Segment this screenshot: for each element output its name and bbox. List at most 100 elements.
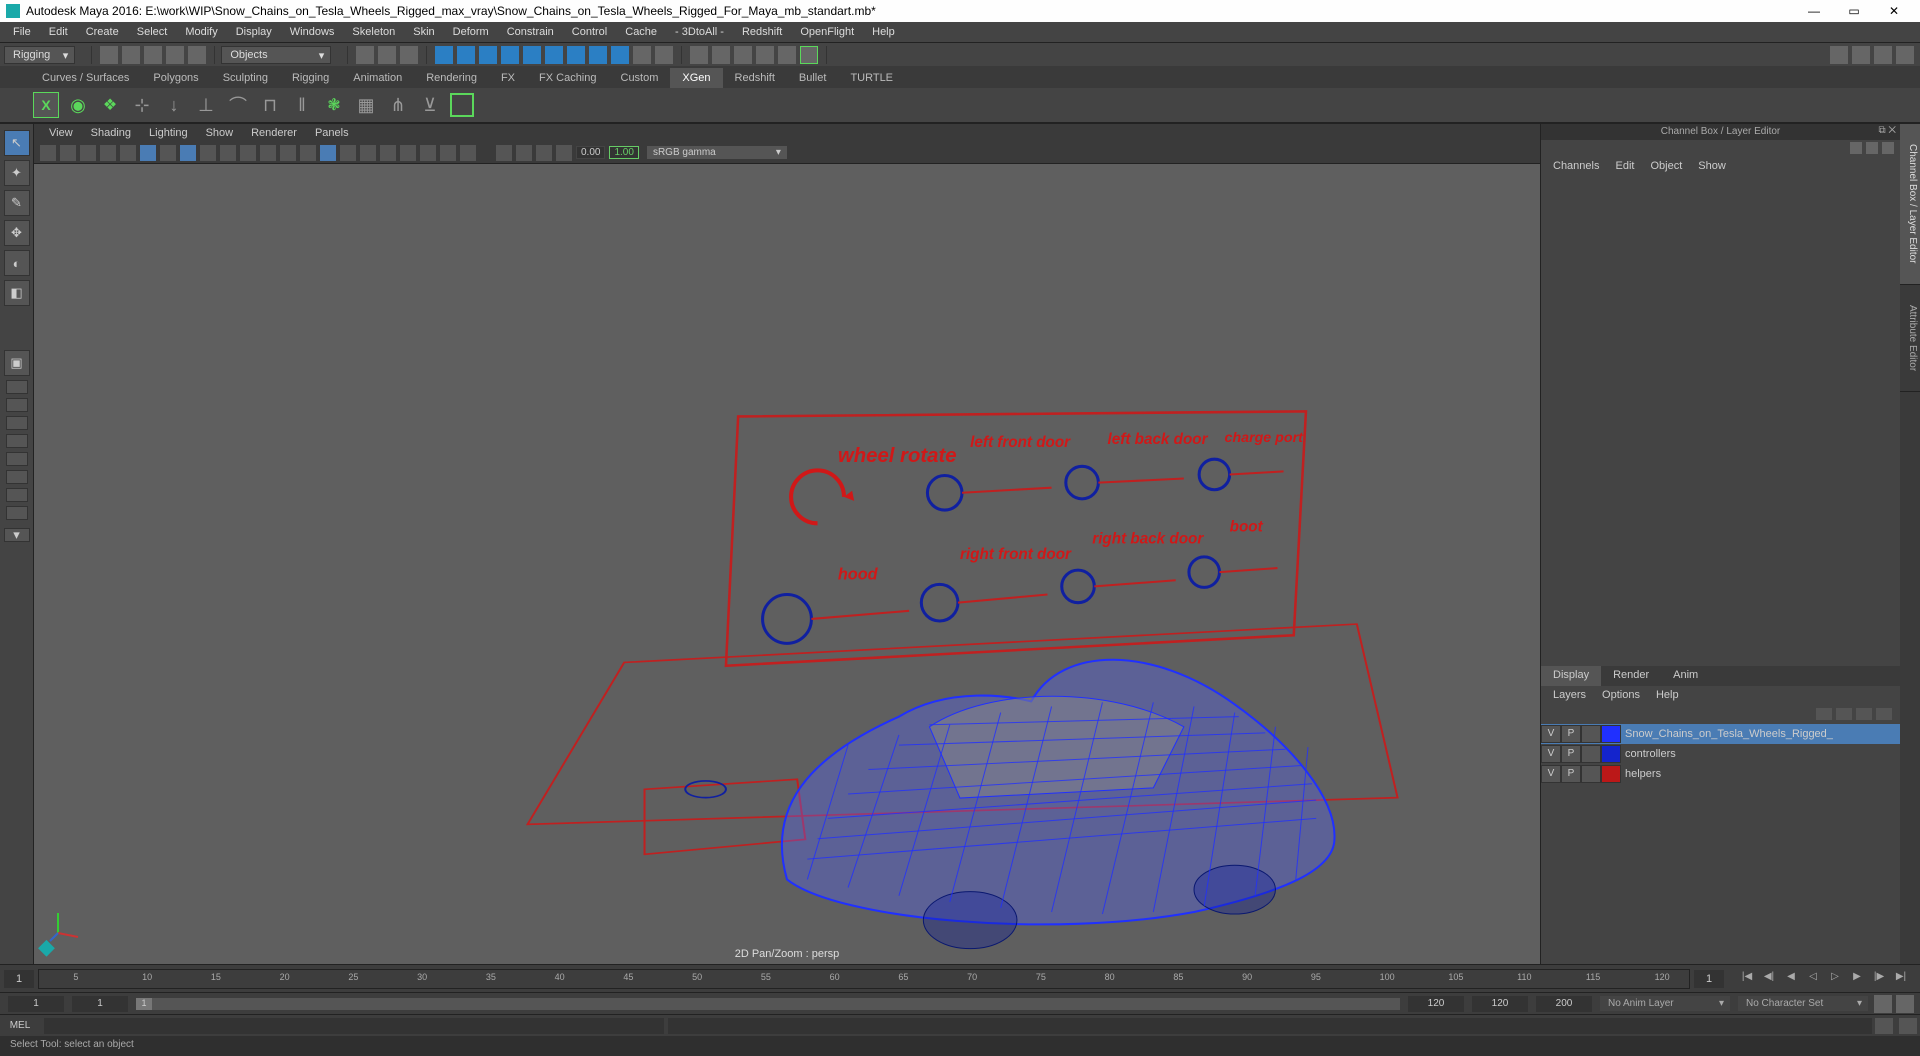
character-set-dropdown[interactable]: No Character Set — [1738, 996, 1868, 1011]
menu-3dtoall[interactable]: - 3DtoAll - — [666, 26, 733, 38]
xgen-create-icon[interactable]: X — [33, 92, 59, 118]
time-ruler[interactable]: 5101520253035404550556065707580859095100… — [38, 969, 1690, 989]
vp-icon[interactable] — [360, 145, 376, 161]
vp-menu-lighting[interactable]: Lighting — [140, 127, 197, 139]
menu-skeleton[interactable]: Skeleton — [343, 26, 404, 38]
render-icon-1[interactable] — [690, 46, 708, 64]
step-fwd-button[interactable]: ▶ — [1847, 971, 1867, 987]
vp-icon[interactable] — [400, 145, 416, 161]
layout-2h[interactable] — [6, 380, 28, 394]
snap-icon-3[interactable] — [479, 46, 497, 64]
sel-icon-1[interactable] — [356, 46, 374, 64]
vp-icon[interactable] — [240, 145, 256, 161]
dock-tab-channel-box[interactable]: Channel Box / Layer Editor — [1900, 124, 1920, 285]
snap-icon-6[interactable] — [545, 46, 563, 64]
layer-vis-toggle[interactable]: V — [1541, 745, 1561, 763]
vp-icon[interactable] — [300, 145, 316, 161]
menu-create[interactable]: Create — [77, 26, 128, 38]
vp-icon[interactable] — [556, 145, 572, 161]
shelf-tab-custom[interactable]: Custom — [609, 68, 671, 88]
render-icon-5[interactable] — [778, 46, 796, 64]
layer-color-swatch[interactable] — [1601, 725, 1621, 743]
xgen-preview-icon[interactable]: ◉ — [65, 92, 91, 118]
menu-modify[interactable]: Modify — [176, 26, 226, 38]
menu-control[interactable]: Control — [563, 26, 616, 38]
snap-icon-9[interactable] — [611, 46, 629, 64]
menu-redshift[interactable]: Redshift — [733, 26, 791, 38]
layout-6[interactable] — [6, 470, 28, 484]
open-scene-icon[interactable] — [122, 46, 140, 64]
select-tool[interactable]: ↖ — [4, 130, 30, 156]
layer-btn-4[interactable] — [1876, 708, 1892, 720]
layer-name[interactable]: controllers — [1621, 748, 1900, 760]
vp-icon[interactable] — [80, 145, 96, 161]
render-icon-3[interactable] — [734, 46, 752, 64]
lasso-tool[interactable]: ✦ — [4, 160, 30, 186]
layer-vis-toggle[interactable]: V — [1541, 725, 1561, 743]
layout-3[interactable] — [6, 416, 28, 430]
step-fwd-key-button[interactable]: |▶ — [1869, 971, 1889, 987]
range-end-c[interactable]: 120 — [1408, 996, 1464, 1012]
panel-undock-icon[interactable]: ⧉ ✕ — [1878, 125, 1896, 136]
layer-type-toggle[interactable] — [1581, 765, 1601, 783]
snap-icon-2[interactable] — [457, 46, 475, 64]
dock-tab-attribute-editor[interactable]: Attribute Editor — [1900, 285, 1920, 392]
range-bar[interactable]: 1 — [136, 998, 1400, 1010]
save-scene-icon[interactable] — [144, 46, 162, 64]
layer-row[interactable]: V P Snow_Chains_on_Tesla_Wheels_Rigged_ — [1541, 724, 1900, 744]
autokey-icon[interactable] — [1874, 995, 1892, 1013]
layer-type-toggle[interactable] — [1581, 725, 1601, 743]
shelf-tab-animation[interactable]: Animation — [341, 68, 414, 88]
step-back-button[interactable]: ◀ — [1781, 971, 1801, 987]
layout-single[interactable]: ▣ — [4, 350, 30, 376]
panel-icon-4[interactable] — [1896, 46, 1914, 64]
cb-icon[interactable] — [1882, 142, 1894, 154]
layer-btn-1[interactable] — [1816, 708, 1832, 720]
vp-icon[interactable] — [40, 145, 56, 161]
menu-cache[interactable]: Cache — [616, 26, 666, 38]
cmd-lang-toggle[interactable]: MEL — [0, 1020, 40, 1031]
vp-icon[interactable] — [280, 145, 296, 161]
shelf-tab-xgen[interactable]: XGen — [670, 68, 722, 88]
range-end-d[interactable]: 120 — [1472, 996, 1528, 1012]
xgen-tool-2-icon[interactable]: ⊥ — [193, 92, 219, 118]
shelf-tab-rendering[interactable]: Rendering — [414, 68, 489, 88]
layers-menu-help[interactable]: Help — [1648, 689, 1687, 701]
render-icon-2[interactable] — [712, 46, 730, 64]
xgen-tool-10-icon[interactable] — [449, 92, 475, 118]
cb-menu-object[interactable]: Object — [1642, 160, 1690, 172]
vp-menu-view[interactable]: View — [40, 127, 82, 139]
shelf-tab-sculpting[interactable]: Sculpting — [211, 68, 280, 88]
range-start-b[interactable]: 1 — [72, 996, 128, 1012]
gamma-field[interactable]: 1.00 — [609, 146, 638, 159]
xgen-tool-4-icon[interactable]: ⊓ — [257, 92, 283, 118]
menu-select[interactable]: Select — [128, 26, 177, 38]
xgen-leaf-icon[interactable]: ❖ — [97, 92, 123, 118]
layer-row[interactable]: V P helpers — [1541, 764, 1900, 784]
layout-2v[interactable] — [6, 398, 28, 412]
menu-openflight[interactable]: OpenFlight — [791, 26, 863, 38]
layer-playback-toggle[interactable]: P — [1561, 745, 1581, 763]
anim-layer-dropdown[interactable]: No Anim Layer — [1600, 996, 1730, 1011]
maximize-button[interactable]: ▭ — [1834, 4, 1874, 18]
layer-vis-toggle[interactable]: V — [1541, 765, 1561, 783]
cb-menu-channels[interactable]: Channels — [1545, 160, 1607, 172]
vp-icon[interactable] — [200, 145, 216, 161]
minimize-button[interactable]: — — [1794, 4, 1834, 18]
scale-tool[interactable]: ◧ — [4, 280, 30, 306]
undo-icon[interactable] — [166, 46, 184, 64]
vp-menu-renderer[interactable]: Renderer — [242, 127, 306, 139]
xgen-tool-1-icon[interactable]: ↓ — [161, 92, 187, 118]
persp-viewport[interactable]: wheel rotate left front door left back d… — [34, 164, 1540, 964]
colorspace-dropdown[interactable]: sRGB gamma — [647, 146, 787, 159]
layer-color-swatch[interactable] — [1601, 745, 1621, 763]
vp-icon-shaded[interactable] — [320, 145, 336, 161]
layout-4[interactable] — [6, 434, 28, 448]
layout-5[interactable] — [6, 452, 28, 466]
play-back-button[interactable]: ◁ — [1803, 971, 1823, 987]
cb-icon[interactable] — [1850, 142, 1862, 154]
panel-icon-3[interactable] — [1874, 46, 1892, 64]
layer-playback-toggle[interactable]: P — [1561, 725, 1581, 743]
shelf-tab-fxcaching[interactable]: FX Caching — [527, 68, 608, 88]
layer-name[interactable]: helpers — [1621, 768, 1900, 780]
